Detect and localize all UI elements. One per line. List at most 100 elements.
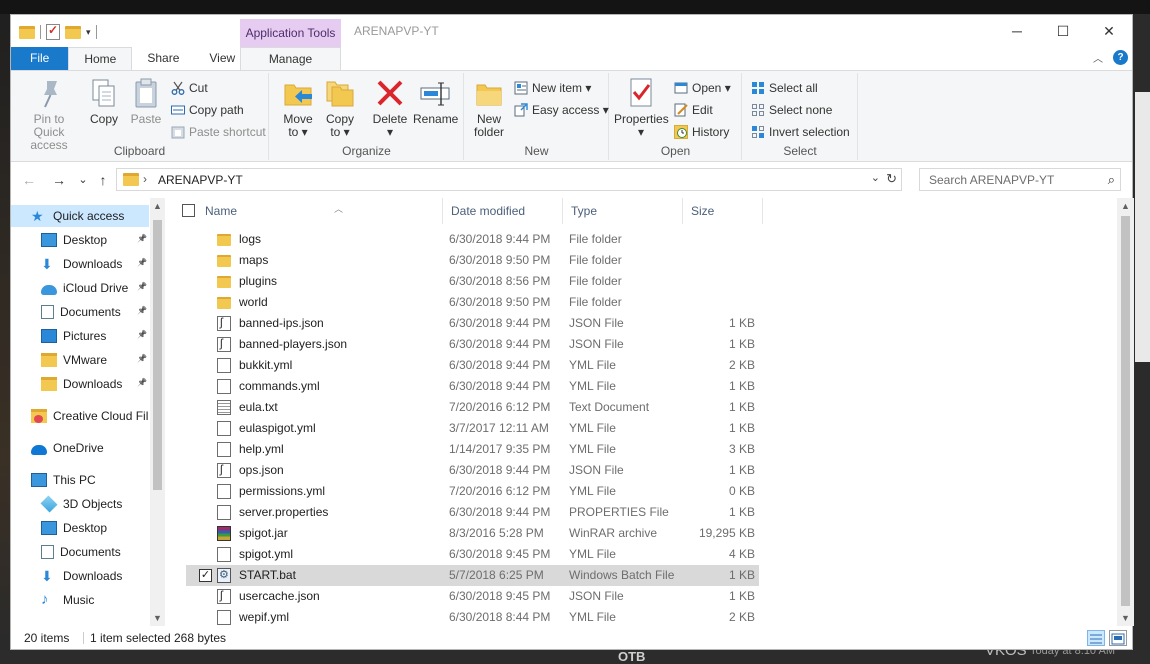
cut-button[interactable]: Cut xyxy=(171,79,208,97)
navigation-pane-scroll-thumb[interactable] xyxy=(153,220,162,490)
properties-button[interactable]: Properties ▾ xyxy=(614,77,669,139)
file-row[interactable]: wepif.yml 6/30/2018 8:44 PM YML File 2 KB xyxy=(186,607,759,628)
tab-home[interactable]: Home xyxy=(68,47,133,70)
nav-item[interactable]: VMware 📌 xyxy=(11,349,149,371)
file-row[interactable]: plugins 6/30/2018 8:56 PM File folder xyxy=(186,271,759,292)
nav-item[interactable]: This PC xyxy=(11,469,149,491)
easy-access-button[interactable]: Easy access ▾ xyxy=(514,101,609,119)
scroll-up-chevron-icon[interactable]: ▲ xyxy=(1117,201,1134,211)
scroll-up-chevron-icon[interactable]: ▲ xyxy=(150,201,165,211)
history-button[interactable]: History xyxy=(674,123,729,141)
paste-shortcut-button[interactable]: Paste shortcut xyxy=(171,123,266,141)
details-view-button[interactable] xyxy=(1087,630,1105,646)
collapse-ribbon-chevron-icon[interactable]: ︿ xyxy=(1093,50,1103,65)
file-row[interactable]: server.properties 6/30/2018 9:44 PM PROPER… xyxy=(186,502,759,523)
file-row[interactable]: commands.yml 6/30/2018 9:44 PM YML File 1 K… xyxy=(186,376,759,397)
file-row[interactable]: eulaspigot.yml 3/7/2017 12:11 AM YML File 1… xyxy=(186,418,759,439)
copy-button[interactable]: Copy xyxy=(87,77,121,126)
copy-to-button[interactable]: Copy to ▾ xyxy=(321,77,359,139)
nav-item[interactable]: ⬇ Downloads 📌 xyxy=(11,253,149,275)
nav-item[interactable]: Creative Cloud Fil xyxy=(11,405,149,427)
minimize-button[interactable]: ─ xyxy=(994,15,1040,47)
file-row[interactable]: banned-ips.json 6/30/2018 9:44 PM JSON Fil… xyxy=(186,313,759,334)
tab-manage[interactable]: Manage xyxy=(240,47,341,71)
file-row[interactable]: permissions.yml 7/20/2016 6:12 PM YML File… xyxy=(186,481,759,502)
tab-file[interactable]: File xyxy=(11,47,69,70)
new-item-button[interactable]: New item ▾ xyxy=(514,79,591,97)
nav-item[interactable]: iCloud Drive 📌 xyxy=(11,277,149,299)
up-arrow-icon[interactable]: ↑ xyxy=(93,170,113,190)
search-icon[interactable]: ⌕ xyxy=(1108,172,1115,188)
address-bar[interactable]: › ARENAPVP-YT ⌄ ↻ xyxy=(116,168,902,191)
nav-item[interactable]: Downloads 📌 xyxy=(11,373,149,395)
file-row[interactable]: ops.json 6/30/2018 9:44 PM JSON File 1 KB xyxy=(186,460,759,481)
file-list-scrollbar[interactable]: ▲ ▼ xyxy=(1117,198,1134,626)
properties-icon[interactable] xyxy=(46,23,60,40)
column-header-type[interactable]: Type xyxy=(563,198,683,224)
column-header-name[interactable]: Name ︿ xyxy=(197,198,443,224)
nav-item[interactable]: ♪ Music xyxy=(11,589,149,611)
file-row[interactable]: maps 6/30/2018 9:50 PM File folder xyxy=(186,250,759,271)
nav-item[interactable]: ★ Quick access xyxy=(11,205,149,227)
maximize-button[interactable]: ☐ xyxy=(1040,15,1086,47)
tab-share[interactable]: Share xyxy=(132,47,194,70)
move-to-button[interactable]: Move to ▾ xyxy=(279,77,317,139)
file-row[interactable]: spigot.jar 8/3/2016 5:28 PM WinRAR archive… xyxy=(186,523,759,544)
scroll-down-chevron-icon[interactable]: ▼ xyxy=(150,613,165,623)
select-none-button[interactable]: Select none xyxy=(751,101,832,119)
file-list-scroll-thumb[interactable] xyxy=(1121,216,1130,606)
column-header-size[interactable]: Size xyxy=(683,198,763,224)
file-row[interactable]: banned-players.json 6/30/2018 9:44 PM JSON… xyxy=(186,334,759,355)
pinned-icon: 📌 xyxy=(137,282,147,291)
nav-item[interactable]: Documents 📌 xyxy=(11,301,149,323)
nav-item[interactable]: Documents xyxy=(11,541,149,563)
paste-button[interactable]: Paste xyxy=(127,77,165,126)
refresh-icon[interactable]: ↻ xyxy=(886,171,897,187)
open-button[interactable]: Open ▾ xyxy=(674,79,731,97)
copy-path-button[interactable]: Copy path xyxy=(171,101,244,119)
new-folder-button[interactable]: New folder xyxy=(470,77,508,139)
nav-item[interactable]: ⬇ Downloads xyxy=(11,565,149,587)
nav-item-label: This PC xyxy=(53,473,96,487)
navigation-pane-scrollbar[interactable]: ▲ ▼ xyxy=(150,198,165,626)
edit-label: Edit xyxy=(692,103,713,117)
help-icon[interactable]: ? xyxy=(1113,50,1128,65)
customize-toolbar-chevron-icon[interactable]: ▾ xyxy=(86,27,91,38)
file-row[interactable]: bukkit.yml 6/30/2018 9:44 PM YML File 2 KB xyxy=(186,355,759,376)
invert-selection-button[interactable]: Invert selection xyxy=(751,123,850,141)
new-folder-icon[interactable] xyxy=(65,25,81,39)
file-row[interactable]: eula.txt 7/20/2016 6:12 PM Text Document 1 … xyxy=(186,397,759,418)
address-history-chevron-icon[interactable]: ⌄ xyxy=(871,171,880,184)
scroll-down-chevron-icon[interactable]: ▼ xyxy=(1117,613,1134,623)
file-row[interactable]: usercache.json 6/30/2018 9:45 PM JSON File… xyxy=(186,586,759,607)
file-row[interactable]: ✓ START.bat 5/7/2018 6:25 PM Windows Batch … xyxy=(186,565,759,586)
paste-icon xyxy=(130,77,162,109)
edit-button[interactable]: Edit xyxy=(674,101,713,119)
column-header-date[interactable]: Date modified xyxy=(443,198,563,224)
nav-item[interactable]: 3D Objects xyxy=(11,493,149,515)
rename-button[interactable]: Rename xyxy=(413,77,458,126)
nav-item[interactable]: Desktop xyxy=(11,517,149,539)
file-type: File folder xyxy=(569,295,622,309)
close-button[interactable]: ✕ xyxy=(1086,15,1132,47)
breadcrumb-current[interactable]: ARENAPVP-YT xyxy=(158,173,243,187)
search-input[interactable]: Search ARENAPVP-YT ⌕ xyxy=(919,168,1121,191)
large-icons-view-button[interactable] xyxy=(1109,630,1127,646)
row-checkbox[interactable]: ✓ xyxy=(199,569,212,582)
forward-arrow-icon[interactable]: → xyxy=(49,170,69,190)
delete-button[interactable]: Delete ▾ xyxy=(371,77,409,139)
file-size xyxy=(683,271,755,292)
nav-item[interactable]: OneDrive xyxy=(11,437,149,459)
select-all-button[interactable]: Select all xyxy=(751,79,818,97)
select-all-checkbox[interactable] xyxy=(182,204,195,217)
file-row[interactable]: spigot.yml 6/30/2018 9:45 PM YML File 4 KB xyxy=(186,544,759,565)
breadcrumb-chevron-icon[interactable]: › xyxy=(143,172,147,186)
nav-item[interactable]: Desktop 📌 xyxy=(11,229,149,251)
recent-locations-chevron-icon[interactable]: ⌄ xyxy=(73,170,93,190)
file-row[interactable]: world 6/30/2018 9:50 PM File folder xyxy=(186,292,759,313)
back-arrow-icon[interactable]: ← xyxy=(19,170,39,190)
pin-to-quick-access-button[interactable]: Pin to Quick access xyxy=(17,77,81,152)
nav-item[interactable]: Pictures 📌 xyxy=(11,325,149,347)
file-row[interactable]: help.yml 1/14/2017 9:35 PM YML File 3 KB xyxy=(186,439,759,460)
file-row[interactable]: logs 6/30/2018 9:44 PM File folder xyxy=(186,229,759,250)
